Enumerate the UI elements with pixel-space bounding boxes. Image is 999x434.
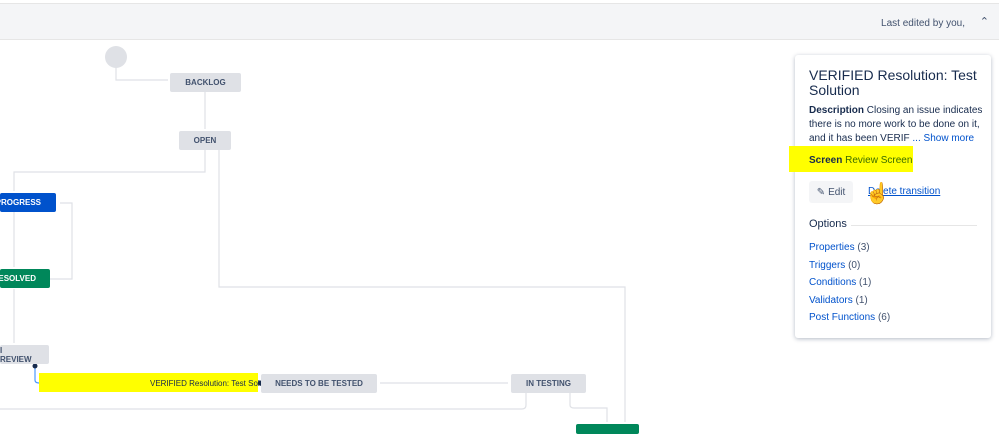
option-link[interactable]: Triggers [809,260,845,271]
options-divider [851,225,977,226]
option-conditions: Conditions (1) [809,274,890,292]
screen-label: Screen [809,155,843,166]
edit-button[interactable]: ✎ Edit [809,181,853,203]
status-needs-to-be-tested[interactable]: NEEDS TO BE TESTED [261,374,377,393]
option-link[interactable]: Conditions [809,277,856,288]
pencil-icon: ✎ [816,186,826,198]
panel-title: VERIFIED Resolution: Test Solution [809,67,977,98]
status-backlog[interactable]: BACKLOG [170,73,241,92]
screen-value: Review Screen [845,155,913,166]
option-count: (1) [855,294,868,306]
option-count: (3) [857,242,870,253]
option-validators: Validators (1) [809,292,890,310]
transition-verified-resolution[interactable]: VERIFIED Resolution: Test Sol... [150,379,266,388]
option-link[interactable]: Properties [809,242,855,253]
description: Description Closing an issue indicates t… [809,104,984,146]
status-in-review[interactable]: I REVIEW [0,345,49,364]
status-open[interactable]: OPEN [179,131,231,150]
option-link[interactable]: Post Functions [809,312,875,323]
options-list: Properties (3) Triggers (0) Conditions (… [809,239,890,327]
screen-row: Screen Review Screen [789,146,913,172]
option-link[interactable]: Validators [809,295,853,306]
status-done[interactable] [576,424,639,434]
status-in-progress[interactable]: PROGRESS [0,193,56,212]
description-label: Description [809,105,865,116]
option-triggers: Triggers (0) [809,257,890,275]
show-more-link[interactable]: ... Show more [912,133,974,144]
edit-label: Edit [828,186,846,198]
options-heading: Options [809,218,847,230]
status-resolved[interactable]: ESOLVED [0,269,50,288]
status-in-testing[interactable]: IN TESTING [511,374,586,393]
option-properties: Properties (3) [809,239,890,257]
option-count: (6) [877,312,891,324]
option-count: (1) [859,277,872,289]
hand-cursor-icon: ☝ [865,183,891,206]
option-post-functions: Post Functions (6) [809,309,890,327]
option-count: (0) [848,259,861,271]
start-node[interactable] [105,46,127,68]
transition-details-panel: VERIFIED Resolution: Test Solution Descr… [789,55,991,338]
